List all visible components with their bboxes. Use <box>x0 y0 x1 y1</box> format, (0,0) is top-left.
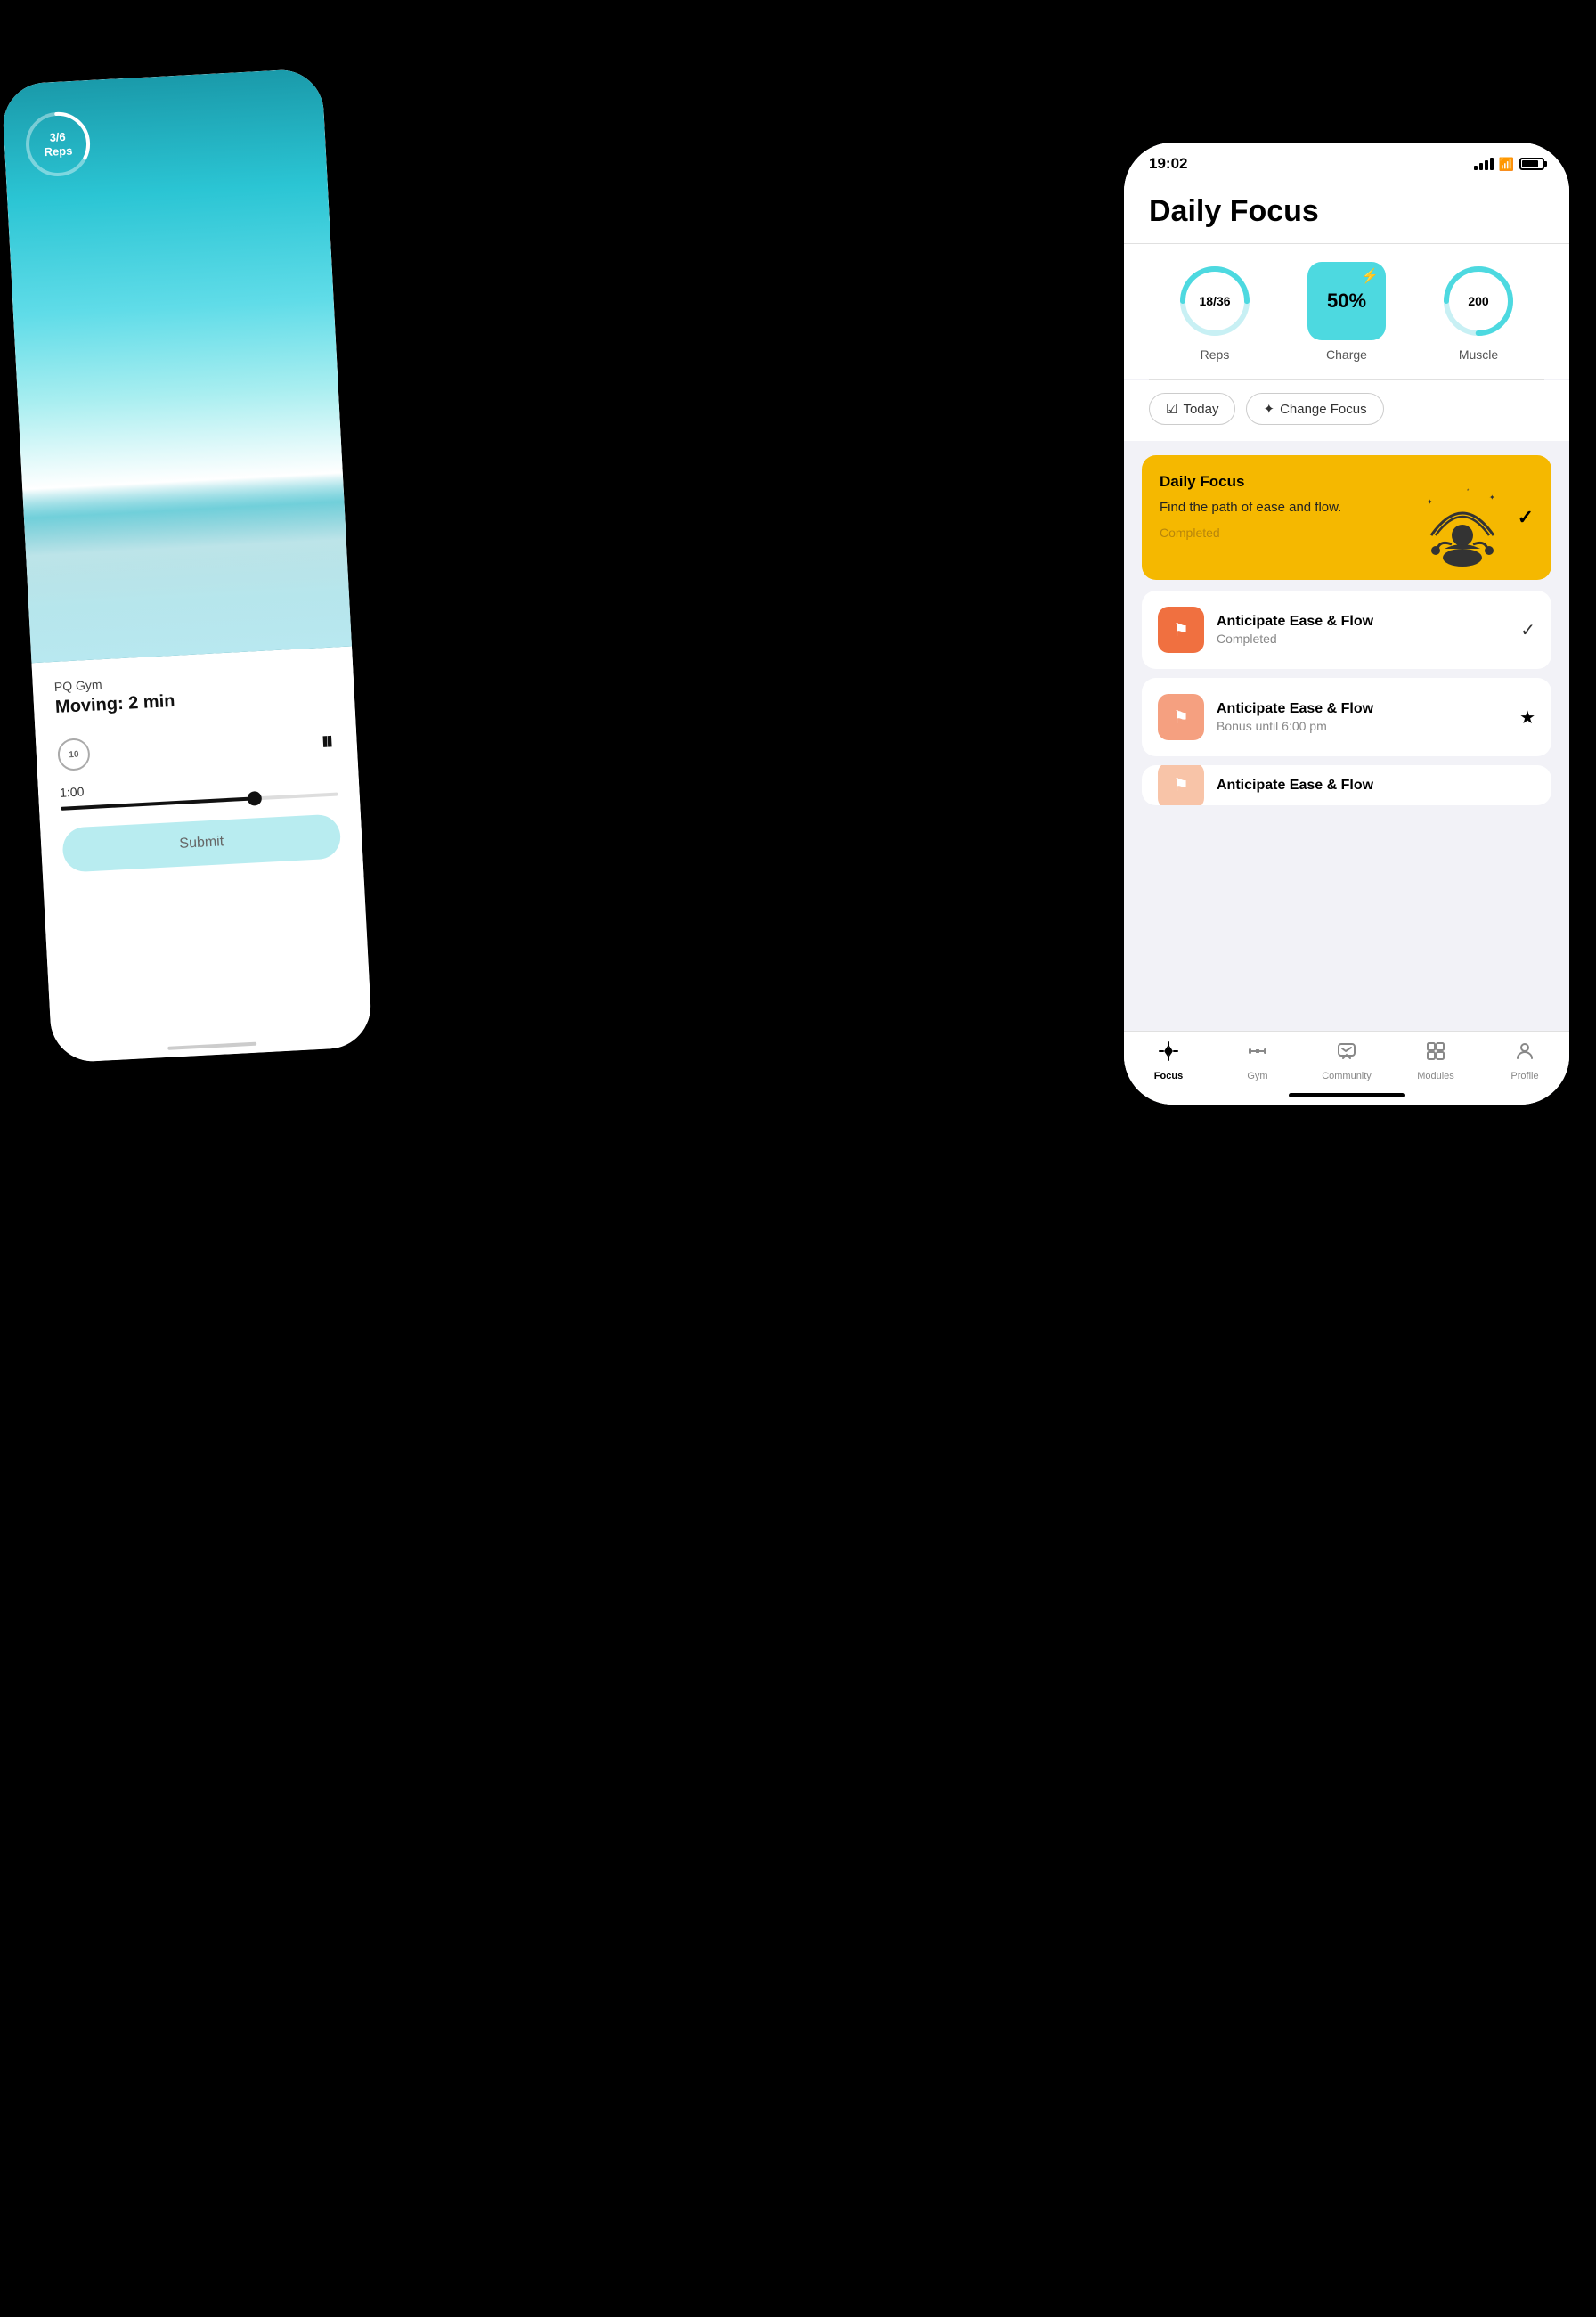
nav-profile-label: Profile <box>1510 1071 1538 1081</box>
task-icon-1: ⚑ <box>1158 694 1204 740</box>
svg-text:✦: ✦ <box>1489 494 1495 502</box>
signal-bar-1 <box>1474 166 1478 170</box>
submit-button[interactable]: Submit <box>61 813 341 872</box>
today-label: Today <box>1183 402 1218 417</box>
front-phone: 19:02 📶 Daily Focus <box>1124 143 1569 1105</box>
card-check-icon: ✓ <box>1518 506 1534 529</box>
slider-fill <box>61 796 255 810</box>
filter-section: ☑ Today ✦ Change Focus <box>1124 380 1569 441</box>
today-filter-button[interactable]: ☑ Today <box>1149 393 1235 425</box>
charge-label: Charge <box>1326 347 1367 362</box>
nav-modules[interactable]: Modules <box>1409 1040 1462 1081</box>
ocean-background: 3/6 Reps <box>1 68 352 663</box>
task-icon-0: ⚑ <box>1158 607 1204 653</box>
task-check-0: ✓ <box>1520 619 1535 641</box>
focus-icon <box>1158 1040 1179 1067</box>
task-info-0: Anticipate Ease & Flow Completed <box>1217 614 1508 646</box>
gym-icon <box>1247 1040 1268 1067</box>
charge-widget: ⚡ 50% <box>1307 262 1386 340</box>
modules-icon <box>1425 1040 1446 1067</box>
home-indicator-back <box>167 1042 256 1050</box>
status-time: 19:02 <box>1149 155 1187 173</box>
signal-bar-4 <box>1490 158 1494 170</box>
flag-icon-1: ⚑ <box>1173 706 1189 729</box>
signal-bar-2 <box>1479 163 1483 170</box>
app-header: Daily Focus <box>1124 180 1569 243</box>
task-info-2: Anticipate Ease & Flow <box>1217 778 1535 794</box>
svg-text:✦: ✦ <box>1427 498 1433 506</box>
reps-label: Reps <box>1201 347 1230 362</box>
stat-charge: ⚡ 50% Charge <box>1307 262 1386 362</box>
nav-modules-label: Modules <box>1417 1071 1454 1081</box>
nav-gym[interactable]: Gym <box>1231 1040 1284 1081</box>
community-icon <box>1336 1040 1357 1067</box>
daily-focus-card[interactable]: Daily Focus Find the path of ease and fl… <box>1142 455 1551 580</box>
signal-bar-3 <box>1485 160 1488 170</box>
timer-icon[interactable]: 10 <box>57 738 91 771</box>
front-phone-inner: 19:02 📶 Daily Focus <box>1124 143 1569 1105</box>
task-title-2: Anticipate Ease & Flow <box>1217 778 1535 794</box>
muscle-circle: 200 <box>1439 262 1518 340</box>
back-phone-controls: PQ Gym Moving: 2 min 10 ⏸ 1:00 Submit <box>31 646 363 891</box>
flag-icon-2: ⚑ <box>1173 774 1189 796</box>
daily-focus-card-subtitle: Find the path of ease and flow. <box>1160 498 1365 517</box>
stats-row: 18/36 Reps ⚡ 50% Charge <box>1149 262 1544 362</box>
status-bar: 19:02 📶 <box>1124 143 1569 180</box>
status-icons: 📶 <box>1474 157 1544 172</box>
task-star-1: ★ <box>1519 706 1535 729</box>
task-item-2-partial: ⚑ Anticipate Ease & Flow <box>1142 765 1551 805</box>
task-item-1[interactable]: ⚑ Anticipate Ease & Flow Bonus until 6:0… <box>1142 678 1551 756</box>
nav-community-label: Community <box>1322 1071 1372 1081</box>
time-slider: 1:00 <box>60 771 338 811</box>
playback-controls: 10 ⏸ <box>57 725 336 771</box>
change-focus-button[interactable]: ✦ Change Focus <box>1246 393 1383 425</box>
task-title-0: Anticipate Ease & Flow <box>1217 614 1508 630</box>
battery-icon <box>1519 158 1544 170</box>
muscle-label: Muscle <box>1459 347 1498 362</box>
nav-focus-label: Focus <box>1154 1071 1183 1081</box>
task-sub-1: Bonus until 6:00 pm <box>1217 719 1507 733</box>
back-phone-screen: 3/6 Reps PQ Gym Moving: 2 min 10 ⏸ 1:00 <box>1 68 372 1063</box>
reps-circle: 18/36 <box>1176 262 1254 340</box>
nav-profile[interactable]: Profile <box>1498 1040 1551 1081</box>
change-focus-label: Change Focus <box>1280 402 1367 417</box>
bolt-icon: ⚡ <box>1361 267 1379 285</box>
battery-fill <box>1522 160 1538 167</box>
pause-button[interactable]: ⏸ <box>321 726 337 756</box>
slider-thumb[interactable] <box>248 791 263 806</box>
profile-icon <box>1514 1040 1535 1067</box>
task-sub-0: Completed <box>1217 632 1508 646</box>
task-item-0[interactable]: ⚑ Anticipate Ease & Flow Completed ✓ <box>1142 591 1551 669</box>
wave-overlay <box>22 469 352 664</box>
page-title: Daily Focus <box>1149 194 1544 229</box>
reps-value: 18/36 <box>1199 294 1230 308</box>
signal-bars <box>1474 158 1494 170</box>
wifi-icon: 📶 <box>1499 157 1514 172</box>
nav-community[interactable]: Community <box>1320 1040 1373 1081</box>
reps-circle-back: 3/6 Reps <box>20 107 95 182</box>
back-phone: 3/6 Reps PQ Gym Moving: 2 min 10 ⏸ 1:00 <box>1 68 372 1063</box>
card-illustration: ✦ ✦ * <box>1418 482 1507 580</box>
flag-icon-0: ⚑ <box>1173 619 1189 641</box>
stat-muscle: 200 Muscle <box>1439 262 1518 362</box>
charge-value: 50% <box>1327 290 1366 313</box>
nav-focus[interactable]: Focus <box>1142 1040 1195 1081</box>
task-info-1: Anticipate Ease & Flow Bonus until 6:00 … <box>1217 701 1507 733</box>
home-indicator <box>1289 1093 1405 1097</box>
stats-section: 18/36 Reps ⚡ 50% Charge <box>1124 244 1569 379</box>
stat-reps: 18/36 Reps <box>1176 262 1254 362</box>
svg-text:*: * <box>1467 489 1470 494</box>
muscle-value: 200 <box>1468 294 1488 308</box>
task-title-1: Anticipate Ease & Flow <box>1217 701 1507 717</box>
task-icon-2: ⚑ <box>1158 765 1204 805</box>
calendar-icon: ☑ <box>1166 401 1177 417</box>
nav-gym-label: Gym <box>1247 1071 1267 1081</box>
content-area: Daily Focus Find the path of ease and fl… <box>1124 441 1569 1031</box>
reps-text-back: 3/6 Reps <box>43 130 72 159</box>
sun-icon: ✦ <box>1263 401 1274 417</box>
